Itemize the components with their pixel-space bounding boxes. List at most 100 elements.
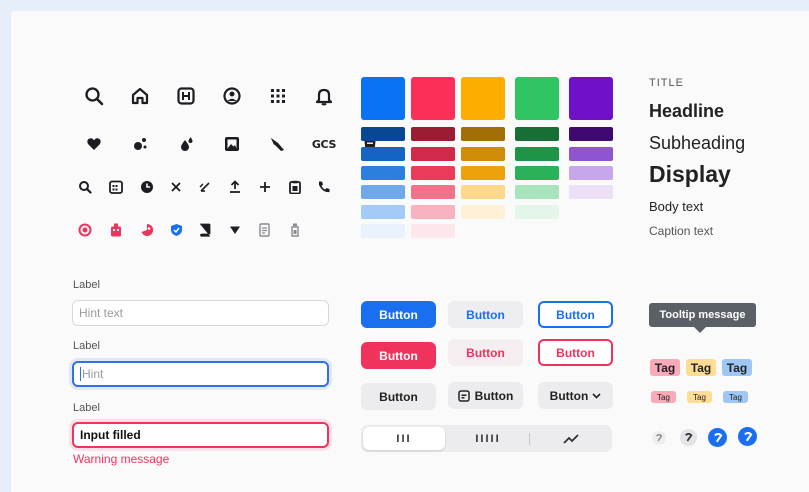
dots-icon[interactable] bbox=[117, 131, 163, 157]
swatch-red-main[interactable] bbox=[411, 77, 455, 120]
doc-icon[interactable] bbox=[250, 217, 280, 243]
typography-display: Display bbox=[649, 161, 731, 187]
red-robot-icon[interactable] bbox=[99, 217, 132, 243]
outline-red-button[interactable]: Button bbox=[538, 339, 613, 366]
calendar-icon[interactable] bbox=[99, 174, 132, 200]
hint-text-placeholder: Hint text bbox=[79, 306, 124, 320]
search-icon[interactable] bbox=[71, 83, 117, 109]
typography-caption: Caption text bbox=[649, 224, 714, 238]
filled-input-error[interactable]: Input filled bbox=[72, 422, 329, 448]
focused-input[interactable]: Hint bbox=[72, 361, 329, 387]
clipboard-icon[interactable] bbox=[280, 174, 310, 200]
chevron-down-icon bbox=[592, 392, 601, 399]
swatch-red-shade-6[interactable] bbox=[411, 224, 455, 238]
upload-icon[interactable] bbox=[220, 174, 250, 200]
secondary-blue-button[interactable]: Button bbox=[448, 301, 523, 328]
swatch-red-shade-4[interactable] bbox=[411, 185, 455, 199]
typography-headline: Headline bbox=[649, 101, 725, 121]
tag-pink-large[interactable]: Tag bbox=[650, 359, 680, 376]
swatch-yellow-shade-2[interactable] bbox=[461, 147, 505, 161]
hint-placeholder: Hint bbox=[82, 367, 104, 381]
pen-nib-icon[interactable] bbox=[255, 131, 301, 157]
swatch-green-main[interactable] bbox=[515, 77, 559, 120]
icon-button[interactable]: Button bbox=[448, 382, 523, 409]
swatch-yellow-shade-3[interactable] bbox=[461, 166, 505, 180]
swatch-red-shade-5[interactable] bbox=[411, 205, 455, 219]
dropdown-button[interactable]: Button bbox=[538, 382, 613, 409]
swatch-yellow-shade-1[interactable] bbox=[461, 127, 505, 141]
swatch-red-shade-2[interactable] bbox=[411, 147, 455, 161]
tag-yellow-small[interactable]: Tag bbox=[687, 391, 712, 403]
filled-input-value: Input filled bbox=[80, 428, 141, 442]
badge-blue-large bbox=[738, 427, 757, 446]
image-frame-icon[interactable] bbox=[209, 131, 255, 157]
hint-text-input[interactable]: Hint text bbox=[72, 300, 329, 326]
primary-button-label: Button bbox=[379, 307, 418, 322]
icon-button-label: Button bbox=[474, 388, 514, 403]
swatch-green-shade-4[interactable] bbox=[515, 185, 559, 199]
swatch-blue-shade-1[interactable] bbox=[361, 127, 405, 141]
typography-title: TITLE bbox=[649, 77, 684, 89]
swatch-blue-shade-4[interactable] bbox=[361, 185, 405, 199]
badge-gray bbox=[680, 429, 697, 446]
segment-1[interactable]: III bbox=[363, 427, 445, 450]
swatch-green-shade-2[interactable] bbox=[515, 147, 559, 161]
swatch-blue-shade-5[interactable] bbox=[361, 205, 405, 219]
bottle-icon[interactable] bbox=[280, 217, 310, 243]
heart-icon[interactable] bbox=[71, 131, 117, 157]
edit-slash-icon[interactable] bbox=[190, 174, 220, 200]
icon-row-1 bbox=[71, 83, 347, 109]
tag-yellow-large[interactable]: Tag bbox=[686, 359, 716, 376]
calendar-small-icon bbox=[457, 389, 470, 402]
phone-icon[interactable] bbox=[310, 174, 338, 200]
swatch-blue-main[interactable] bbox=[361, 77, 405, 120]
swatch-yellow-main[interactable] bbox=[461, 77, 505, 120]
danger-button[interactable]: Button bbox=[361, 342, 436, 369]
swatch-blue-shade-3[interactable] bbox=[361, 166, 405, 180]
swatch-blue-shade-6[interactable] bbox=[361, 224, 405, 238]
tag-pink-small[interactable]: Tag bbox=[651, 391, 676, 403]
secondary-red-button-label: Button bbox=[466, 345, 505, 360]
segment-3[interactable] bbox=[530, 425, 612, 452]
swatch-green-shade-5[interactable] bbox=[515, 205, 559, 219]
segment-2[interactable]: IIIII bbox=[447, 425, 529, 452]
swatch-purple-shade-3[interactable] bbox=[569, 166, 613, 180]
swatch-yellow-shade-4[interactable] bbox=[461, 185, 505, 199]
plus-icon[interactable] bbox=[250, 174, 280, 200]
h-box-icon[interactable] bbox=[163, 83, 209, 109]
swatch-purple-shade-1[interactable] bbox=[569, 127, 613, 141]
secondary-red-button[interactable]: Button bbox=[448, 339, 523, 366]
clock-icon[interactable] bbox=[132, 174, 162, 200]
tag-blue-large[interactable]: Tag bbox=[722, 359, 752, 376]
tooltip: Tooltip message bbox=[649, 303, 756, 327]
red-ring-icon[interactable] bbox=[71, 217, 99, 243]
swatch-red-shade-3[interactable] bbox=[411, 166, 455, 180]
search-small-icon[interactable] bbox=[71, 174, 99, 200]
swatch-blue-shade-2[interactable] bbox=[361, 147, 405, 161]
swatch-green-shade-1[interactable] bbox=[515, 127, 559, 141]
outline-blue-button[interactable]: Button bbox=[538, 301, 613, 328]
typography-body: Body text bbox=[649, 199, 704, 214]
primary-button[interactable]: Button bbox=[361, 301, 436, 328]
swatch-purple-shade-4[interactable] bbox=[569, 185, 613, 199]
close-icon[interactable] bbox=[162, 174, 190, 200]
neutral-button[interactable]: Button bbox=[361, 383, 436, 410]
gcs-logo: GCS bbox=[301, 131, 347, 157]
shield-icon[interactable] bbox=[162, 217, 190, 243]
outline-red-button-label: Button bbox=[556, 345, 595, 360]
triangle-down-icon[interactable] bbox=[220, 217, 250, 243]
tag-blue-small[interactable]: Tag bbox=[723, 391, 748, 403]
book-icon[interactable] bbox=[190, 217, 220, 243]
drops-icon[interactable] bbox=[163, 131, 209, 157]
bell-icon[interactable] bbox=[301, 83, 347, 109]
apps-grid-icon[interactable] bbox=[255, 83, 301, 109]
field-label-1: Label bbox=[73, 279, 100, 291]
swatch-green-shade-3[interactable] bbox=[515, 166, 559, 180]
red-shape-icon[interactable] bbox=[132, 217, 162, 243]
swatch-yellow-shade-5[interactable] bbox=[461, 205, 505, 219]
user-circle-icon[interactable] bbox=[209, 83, 255, 109]
swatch-purple-main[interactable] bbox=[569, 77, 613, 120]
swatch-purple-shade-2[interactable] bbox=[569, 147, 613, 161]
home-icon[interactable] bbox=[117, 83, 163, 109]
swatch-red-shade-1[interactable] bbox=[411, 127, 455, 141]
